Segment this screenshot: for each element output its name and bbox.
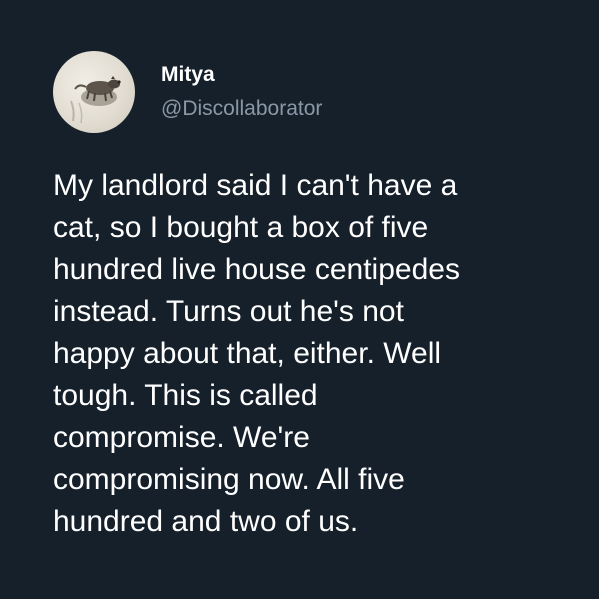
- avatar[interactable]: [53, 51, 135, 133]
- display-name[interactable]: Mitya: [161, 62, 215, 88]
- tweet-text: My landlord said I can't have a cat, so …: [53, 169, 460, 538]
- user-handle[interactable]: @Discollaborator: [161, 96, 322, 122]
- tweet-card: Mitya @Discollaborator My landlord said …: [0, 0, 599, 599]
- hedgehog-photo-avatar-icon: [70, 76, 121, 124]
